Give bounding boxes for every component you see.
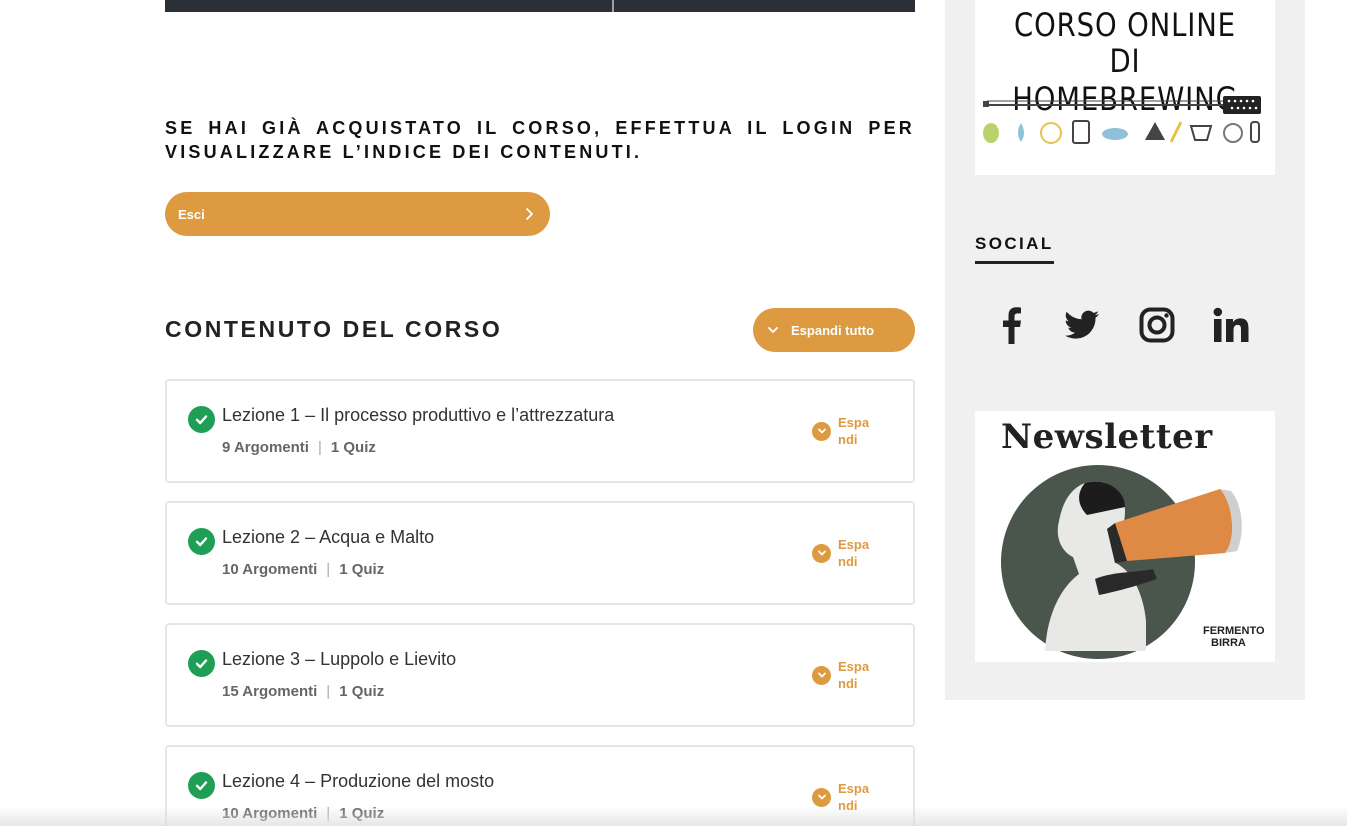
course-content-title: CONTENUTO DEL CORSO <box>165 316 503 342</box>
lesson-title[interactable]: Lezione 1 – Il processo produttivo e l’a… <box>222 405 614 426</box>
lesson-meta: 9 Argomenti | 1 Quiz <box>222 439 376 456</box>
expand-all-button[interactable]: Espandi tutto <box>753 308 915 352</box>
lesson-expand-label: Espandi <box>838 659 870 691</box>
lesson-meta: 10 Argomenti | 1 Quiz <box>222 805 384 822</box>
exit-button-label: Esci <box>178 206 205 222</box>
video-divider <box>612 0 614 12</box>
social-icons <box>975 303 1275 347</box>
lesson-topics-count: 10 Argomenti <box>222 805 318 822</box>
twitter-icon[interactable] <box>1064 303 1100 347</box>
homebrewing-tools-illustration <box>983 96 1261 144</box>
homebrewing-course-banner[interactable]: CORSO ONLINE DI HOMEBREWING <box>975 0 1275 175</box>
lesson-expand-button[interactable]: Espandi <box>812 658 876 692</box>
chevron-right-icon <box>526 208 533 220</box>
chevron-down-icon <box>812 665 831 685</box>
lesson-item[interactable]: Lezione 1 – Il processo produttivo e l’a… <box>165 379 915 483</box>
lesson-title[interactable]: Lezione 3 – Luppolo e Lievito <box>222 649 456 670</box>
chevron-down-icon <box>812 421 831 441</box>
lesson-title[interactable]: Lezione 4 – Produzione del mosto <box>222 771 494 792</box>
meta-separator: | <box>317 439 322 456</box>
exit-button[interactable]: Esci <box>165 192 550 236</box>
meta-separator: | <box>326 805 331 822</box>
lesson-topics-count: 10 Argomenti <box>222 561 318 578</box>
lesson-quiz-count: 1 Quiz <box>330 439 376 456</box>
meta-separator: | <box>326 561 331 578</box>
check-circle-icon <box>188 406 215 433</box>
lesson-quiz-count: 1 Quiz <box>339 805 385 822</box>
check-circle-icon <box>188 528 215 555</box>
fermento-birra-logo: FERMENTO BIRRA <box>1203 625 1265 649</box>
lesson-topics-count: 9 Argomenti <box>222 439 309 456</box>
lesson-item[interactable]: Lezione 4 – Produzione del mosto 10 Argo… <box>165 745 915 826</box>
expand-all-label: Espandi tutto <box>791 322 875 338</box>
check-circle-icon <box>188 650 215 677</box>
lesson-expand-button[interactable]: Espandi <box>812 536 876 570</box>
lesson-expand-button[interactable]: Espandi <box>812 780 876 814</box>
chevron-down-icon <box>812 787 831 807</box>
meta-separator: | <box>326 683 331 700</box>
brand-line-2: BIRRA <box>1211 637 1246 649</box>
lesson-item[interactable]: Lezione 2 – Acqua e Malto 10 Argomenti | 1… <box>165 501 915 605</box>
lesson-meta: 15 Argomenti | 1 Quiz <box>222 683 384 700</box>
lesson-topics-count: 15 Argomenti <box>222 683 318 700</box>
lesson-expand-label: Espandi <box>838 415 870 447</box>
facebook-icon[interactable] <box>1000 303 1022 347</box>
login-notice: SE HAI GIÀ ACQUISTATO IL CORSO, EFFETTUA… <box>165 118 915 162</box>
linkedin-icon[interactable] <box>1213 303 1249 347</box>
lesson-title[interactable]: Lezione 2 – Acqua e Malto <box>222 527 434 548</box>
lesson-list: Lezione 1 – Il processo produttivo e l’a… <box>165 379 915 826</box>
check-circle-icon <box>188 772 215 799</box>
lesson-expand-label: Espandi <box>838 781 870 813</box>
newsletter-banner[interactable]: Newsletter FERMENTO BIRRA <box>975 411 1275 662</box>
lesson-meta: 10 Argomenti | 1 Quiz <box>222 561 384 578</box>
social-heading: SOCIAL <box>975 234 1054 264</box>
lesson-quiz-count: 1 Quiz <box>339 683 385 700</box>
video-player-bottom-edge[interactable] <box>165 0 915 12</box>
lesson-quiz-count: 1 Quiz <box>339 561 385 578</box>
instagram-icon[interactable] <box>1139 303 1175 347</box>
chevron-down-icon <box>812 543 831 563</box>
lesson-expand-button[interactable]: Espandi <box>812 414 876 448</box>
brand-line-1: FERMENTO <box>1203 625 1265 637</box>
lesson-item[interactable]: Lezione 3 – Luppolo e Lievito 15 Argomen… <box>165 623 915 727</box>
lesson-expand-label: Espandi <box>838 537 870 569</box>
chevron-down-icon <box>768 327 778 333</box>
